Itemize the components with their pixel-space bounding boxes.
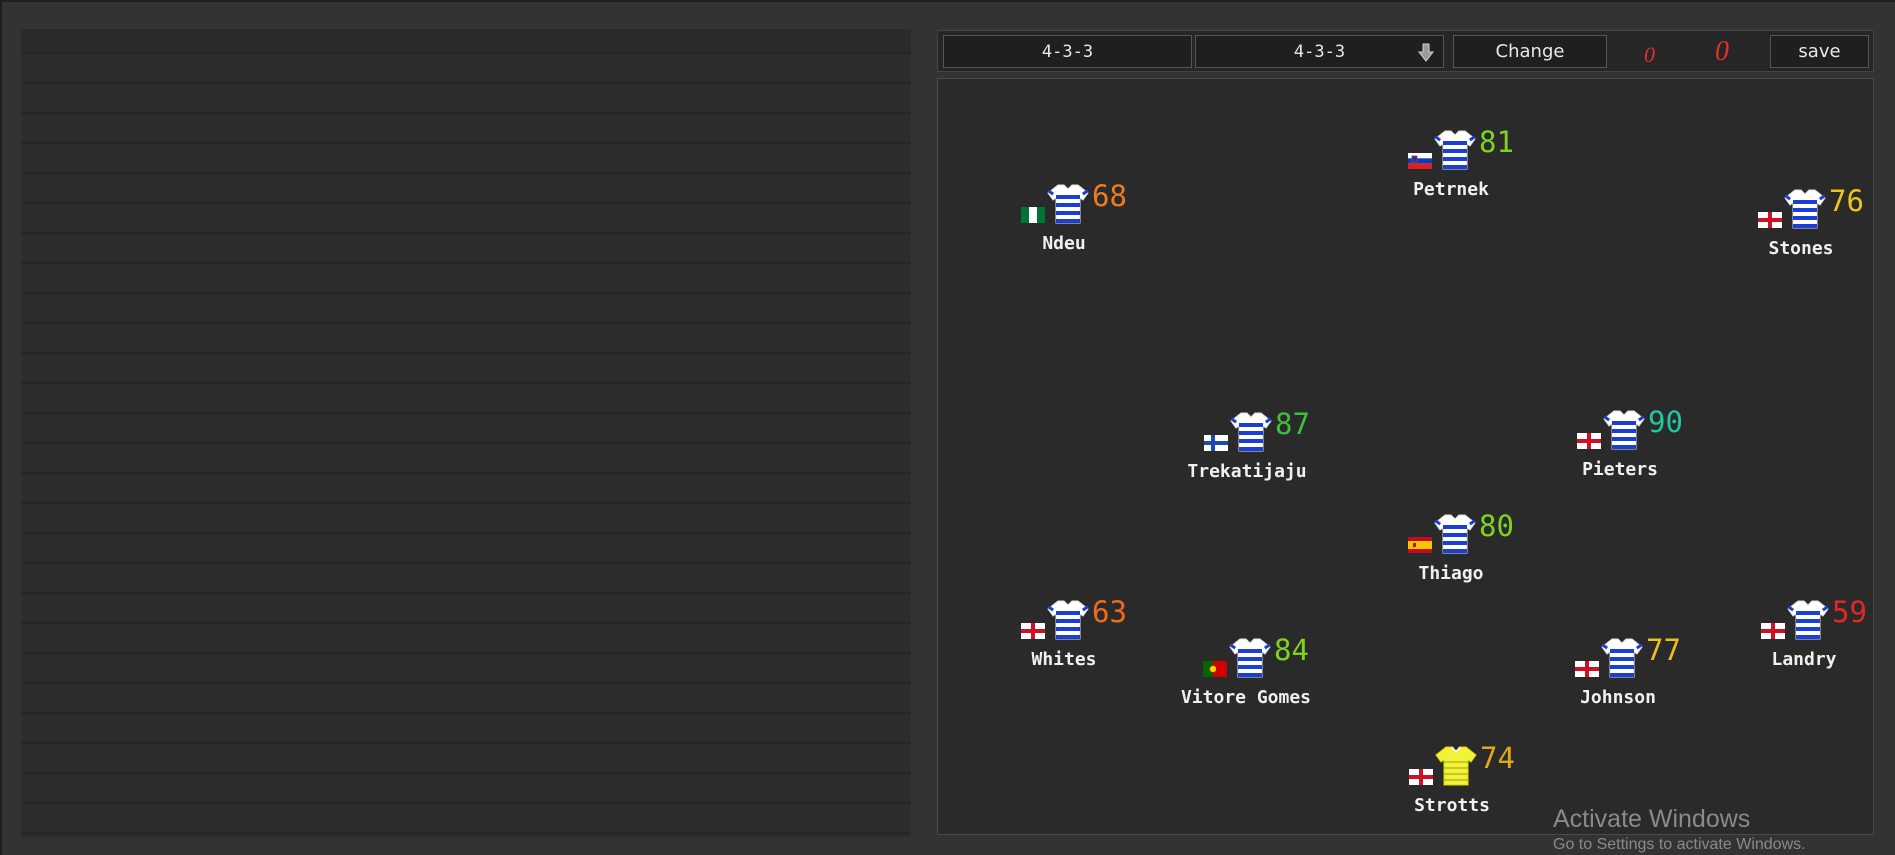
list-row[interactable] <box>21 534 911 564</box>
formation-pitch: 68 Ndeu 81 Petrnek 76 Stones 87 Trekatij… <box>937 78 1874 835</box>
player-card[interactable]: 74 Strotts <box>1352 741 1552 825</box>
save-button[interactable]: save <box>1770 35 1869 68</box>
jersey-icon <box>1229 411 1273 453</box>
list-row[interactable] <box>21 324 911 354</box>
list-row[interactable] <box>21 594 911 624</box>
list-row[interactable] <box>21 294 911 324</box>
player-rating: 74 <box>1480 741 1515 775</box>
list-row[interactable] <box>21 234 911 264</box>
jersey-icon <box>1786 599 1830 641</box>
player-rating: 76 <box>1829 184 1864 218</box>
slovenia-flag-icon <box>1408 153 1432 169</box>
list-row[interactable] <box>21 654 911 684</box>
formation-select-value: 4-3-3 <box>1293 41 1346 62</box>
list-row[interactable] <box>21 474 911 504</box>
list-row[interactable] <box>21 114 911 144</box>
player-card[interactable]: 68 Ndeu <box>964 179 1164 263</box>
player-card[interactable]: 90 Pieters <box>1520 405 1720 489</box>
activate-windows-watermark: Activate Windows Go to Settings to activ… <box>1553 804 1806 855</box>
list-row[interactable] <box>21 624 911 654</box>
home-score: 0 <box>1644 42 1655 67</box>
jersey-icon <box>1600 637 1644 679</box>
portugal-flag-icon <box>1203 661 1227 677</box>
list-row[interactable] <box>21 774 911 804</box>
player-card[interactable]: 63 Whites <box>964 595 1164 679</box>
player-card[interactable]: 81 Petrnek <box>1351 125 1551 209</box>
player-name: Trekatijaju <box>1187 461 1307 482</box>
list-row[interactable] <box>21 564 911 594</box>
england-flag-icon <box>1761 623 1785 639</box>
england-flag-icon <box>1758 212 1782 228</box>
player-rating: 63 <box>1092 595 1127 629</box>
england-flag-icon <box>1409 769 1433 785</box>
spain-flag-icon <box>1408 537 1432 553</box>
list-row[interactable] <box>21 414 911 444</box>
jersey-icon <box>1046 599 1090 641</box>
watermark-title: Activate Windows <box>1553 805 1751 833</box>
player-list-panel[interactable] <box>21 29 911 837</box>
player-rating: 84 <box>1274 633 1309 667</box>
player-name: Petrnek <box>1413 179 1489 200</box>
list-row[interactable] <box>21 684 911 714</box>
player-card[interactable]: 84 Vitore Gomes <box>1146 633 1346 717</box>
list-row[interactable] <box>21 744 911 774</box>
finland-flag-icon <box>1204 435 1228 451</box>
player-card[interactable]: 76 Stones <box>1701 184 1895 268</box>
list-row[interactable] <box>21 714 911 744</box>
player-name: Strotts <box>1414 795 1490 816</box>
player-rating: 87 <box>1275 407 1310 441</box>
arrow-down-icon <box>1417 43 1435 62</box>
list-row[interactable] <box>21 84 911 114</box>
current-formation-display: 4-3-3 <box>943 35 1192 68</box>
nigeria-flag-icon <box>1021 207 1045 223</box>
player-rating: 77 <box>1646 633 1681 667</box>
player-name: Johnson <box>1580 687 1656 708</box>
player-card[interactable]: 59 Landry <box>1704 595 1895 679</box>
england-flag-icon <box>1575 661 1599 677</box>
jersey-icon <box>1433 129 1477 171</box>
watermark-subtitle: Go to Settings to activate Windows. <box>1553 836 1806 853</box>
player-rating: 90 <box>1648 405 1683 439</box>
player-card[interactable]: 87 Trekatijaju <box>1147 407 1347 491</box>
player-name: Pieters <box>1582 459 1658 480</box>
list-row[interactable] <box>21 54 911 84</box>
formation-select[interactable]: 4-3-3 <box>1195 35 1444 68</box>
player-rating: 81 <box>1479 125 1514 159</box>
list-row[interactable] <box>21 174 911 204</box>
england-flag-icon <box>1577 433 1601 449</box>
player-name: Whites <box>1031 649 1097 670</box>
app-window: 4-3-3 4-3-3 Change 0 0 save 68 Ndeu 81 P… <box>0 0 1895 855</box>
list-row[interactable] <box>21 804 911 834</box>
formation-toolbar: 4-3-3 4-3-3 Change 0 0 save <box>937 30 1874 72</box>
list-row[interactable] <box>21 144 911 174</box>
list-row[interactable] <box>21 29 911 54</box>
jersey-icon <box>1602 409 1646 451</box>
player-name: Stones <box>1768 238 1834 259</box>
player-rating: 80 <box>1479 509 1514 543</box>
player-card[interactable]: 77 Johnson <box>1518 633 1718 717</box>
player-name: Landry <box>1771 649 1837 670</box>
jersey-icon <box>1046 183 1090 225</box>
player-rating: 59 <box>1832 595 1867 629</box>
player-name: Ndeu <box>1042 233 1086 254</box>
away-score: 0 <box>1715 36 1729 67</box>
jersey-icon <box>1783 188 1827 230</box>
player-name: Vitore Gomes <box>1180 687 1312 708</box>
list-row[interactable] <box>21 204 911 234</box>
player-rating: 68 <box>1092 179 1127 213</box>
jersey-icon <box>1228 637 1272 679</box>
goalkeeper-jersey-icon <box>1434 745 1478 787</box>
list-row[interactable] <box>21 354 911 384</box>
list-row[interactable] <box>21 264 911 294</box>
list-row[interactable] <box>21 444 911 474</box>
change-formation-button[interactable]: Change <box>1453 35 1607 68</box>
jersey-icon <box>1433 513 1477 555</box>
list-row[interactable] <box>21 384 911 414</box>
list-row[interactable] <box>21 504 911 534</box>
player-card[interactable]: 80 Thiago <box>1351 509 1551 593</box>
player-name: Thiago <box>1418 563 1484 584</box>
england-flag-icon <box>1021 623 1045 639</box>
